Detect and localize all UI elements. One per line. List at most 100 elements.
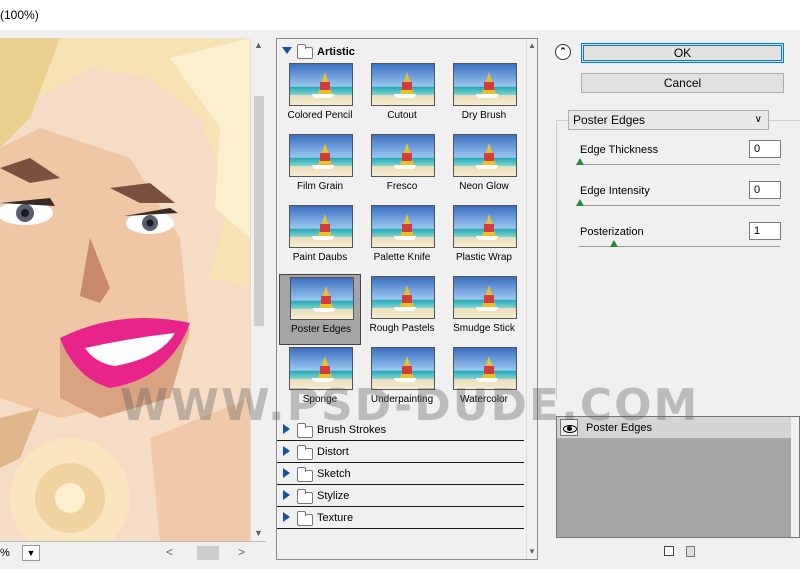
filter-label: Sponge [302,394,338,405]
filter-thumbnail[interactable]: Rough Pastels [361,274,443,345]
filter-label: Smudge Stick [453,323,515,334]
effect-layer-row[interactable]: Poster Edges [557,417,791,439]
collapsed-categories: Brush Strokes Distort Sketch Stylize Texture [277,419,526,529]
filter-preview-image [289,63,353,106]
filter-thumbnail[interactable]: Cutout [361,61,443,132]
param-value-input[interactable]: 1 [749,222,781,240]
filter-thumbnails: Colored Pencil Cutout Dry Brush Film Grain F… [277,61,526,426]
scroll-up-icon[interactable]: ▲ [528,41,536,50]
filter-settings-panel [556,120,800,400]
filter-preview-image [453,347,517,390]
folder-icon [297,44,313,59]
category-artistic[interactable]: Artistic [277,41,526,61]
param-value-input[interactable]: 0 [749,181,781,199]
horizontal-scrollbar-thumb[interactable] [197,546,219,560]
window-title: (100%) [0,8,39,22]
filter-thumbnail[interactable]: Underpainting [361,345,443,416]
category-title: Artistic [317,46,355,58]
category-row[interactable]: Brush Strokes [277,419,524,441]
expanded-triangle-icon [282,47,292,54]
effect-layer-name: Poster Edges [586,422,653,434]
filter-label: Cutout [387,110,417,121]
filter-preview-image [453,134,517,177]
param-value-input[interactable]: 0 [749,140,781,158]
scrollbar-thumb[interactable] [254,96,264,326]
param-label: Edge Intensity [580,185,650,197]
filter-preview-image [289,134,353,177]
zoom-level: % [0,547,10,559]
new-effect-layer-icon[interactable] [664,546,674,556]
gallery-scrollbar[interactable]: ▲ ▼ [526,39,537,559]
filter-label: Underpainting [370,394,434,405]
filter-thumbnail[interactable]: Sponge [279,345,361,416]
scroll-down-icon[interactable]: ▼ [528,547,536,556]
filter-preview-image [453,205,517,248]
scroll-up-icon[interactable]: ▲ [254,40,263,50]
folder-icon [297,423,313,438]
param-slider-thumb[interactable] [576,199,584,206]
filter-preview-image [453,63,517,106]
layers-scrollbar[interactable] [791,417,799,537]
filter-label: Plastic Wrap [456,252,512,263]
preview-statusbar: % ▼ < > [0,541,266,563]
filter-thumbnail[interactable]: Paint Daubs [279,203,361,274]
ok-button[interactable]: OK [581,43,784,63]
filter-preview-image [371,134,435,177]
filter-gallery-list: Artistic Colored Pencil Cutout Dry Brush Fi… [277,39,526,559]
filter-preview-image [290,277,354,320]
scroll-right-icon[interactable]: > [238,545,245,559]
category-row[interactable]: Sketch [277,463,524,485]
filter-thumbnail[interactable]: Plastic Wrap [443,203,525,274]
category-row[interactable]: Distort [277,441,524,463]
filter-thumbnail[interactable]: Neon Glow [443,132,525,203]
param-slider-thumb[interactable] [610,240,618,247]
category-name: Texture [317,512,354,524]
collapsed-triangle-icon [283,446,290,456]
filter-label: Fresco [386,181,418,192]
preview-image [0,38,250,541]
filter-thumbnail[interactable]: Smudge Stick [443,274,525,345]
filter-label: Rough Pastels [369,323,435,334]
filter-label: Colored Pencil [287,110,353,121]
folder-icon [297,467,313,482]
collapsed-triangle-icon [283,424,290,434]
filter-select[interactable]: Poster Edges ∨ [568,110,769,130]
filter-label: Paint Daubs [292,252,348,263]
filter-thumbnail[interactable]: Watercolor [443,345,525,416]
filter-thumbnail[interactable]: Colored Pencil [279,61,361,132]
filter-preview-image [371,205,435,248]
filter-preview-image [453,276,517,319]
param-label: Posterization [580,226,644,238]
scroll-down-icon[interactable]: ▼ [254,528,263,538]
param-slider-thumb[interactable] [576,158,584,165]
filter-thumbnail[interactable]: Dry Brush [443,61,525,132]
chevron-down-icon: ▼ [26,548,36,558]
filter-thumbnail[interactable]: Film Grain [279,132,361,203]
preview-vertical-scrollbar[interactable]: ▲ ▼ [250,38,266,541]
category-name: Brush Strokes [317,424,387,436]
filter-thumbnail[interactable]: Palette Knife [361,203,443,274]
filter-gallery: Artistic Colored Pencil Cutout Dry Brush Fi… [276,38,538,560]
filter-preview-image [371,63,435,106]
zoom-dropdown[interactable]: ▼ [22,545,40,561]
chevron-down-icon: ∨ [754,114,762,125]
folder-icon [297,445,313,460]
filter-label: Watercolor [460,394,508,405]
collapse-gallery-button[interactable]: ⌃ [555,44,571,60]
preview-canvas[interactable] [0,38,250,541]
category-row[interactable]: Texture [277,507,524,529]
collapsed-triangle-icon [283,468,290,478]
param-slider-track[interactable] [579,164,780,165]
folder-icon [297,511,313,526]
category-name: Distort [317,446,349,458]
eye-icon[interactable] [560,419,578,436]
category-row[interactable]: Stylize [277,485,524,507]
scroll-left-icon[interactable]: < [166,545,173,559]
delete-effect-layer-icon[interactable] [686,546,695,557]
cancel-button[interactable]: Cancel [581,73,784,93]
filter-thumbnail[interactable]: Poster Edges [279,274,361,345]
filter-label: Dry Brush [461,110,507,121]
filter-thumbnail[interactable]: Fresco [361,132,443,203]
param-label: Edge Thickness [580,144,659,156]
param-slider-track[interactable] [579,205,780,206]
